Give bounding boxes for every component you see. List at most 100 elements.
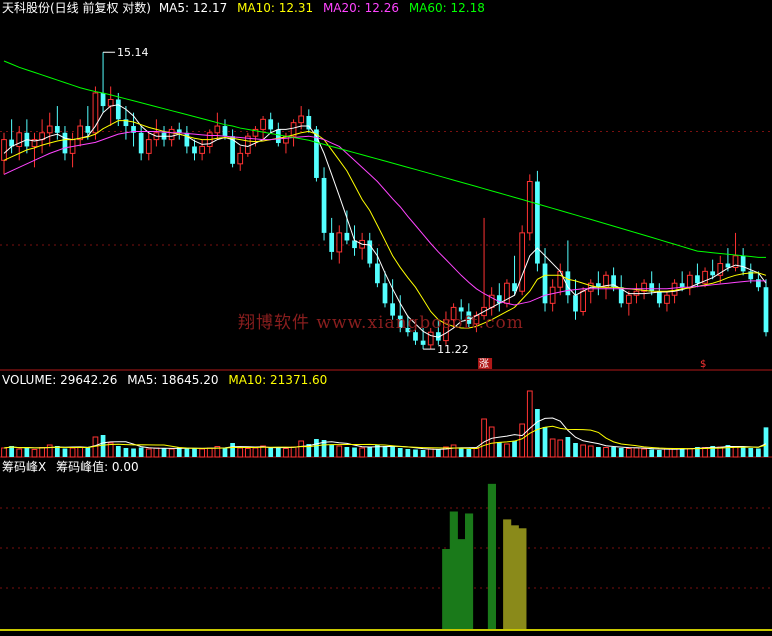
volume-bar [565,437,571,457]
volume-bar [496,442,502,457]
volume-bar [618,448,624,457]
watermark: 翔博软件 www.xiangbosoft.com [238,313,524,333]
volume-bar [1,447,7,458]
volume-bar [115,446,121,457]
volume-bar [367,446,373,457]
volume-bar [206,447,213,458]
volume-bar [473,448,480,458]
candle-body [298,115,305,124]
volume-bar [199,448,205,458]
candle-body [62,132,68,154]
volume-bar [176,447,182,457]
volume-bar [641,448,647,458]
candle-body [382,283,388,304]
candle-body [54,126,60,133]
volume-bar [298,440,305,458]
volume-bar [557,439,564,458]
candle-body [664,294,670,304]
chip-peak-bar [449,511,458,630]
volume-bar [329,445,335,457]
volume-bar [153,447,160,458]
chip-peak-bar [487,483,496,630]
low-price-label: 11.22 [437,343,469,356]
candle-body [168,128,175,141]
volume-bar [656,450,662,457]
volume-bar [184,448,190,457]
rise-marker: 涨 [479,358,489,370]
volume-bar [390,446,395,457]
candle-body [740,255,746,272]
volume-bar [427,448,434,458]
volume-bar [100,435,106,457]
candle-body [260,118,266,130]
candle-body [145,139,152,154]
volume-bar [535,409,540,457]
volume-bar [352,447,357,457]
volume-bar [397,448,403,457]
candle-body [1,139,7,161]
candle-body [275,129,281,144]
volume-bar [526,390,533,458]
candle-body [100,92,106,107]
candle-body [115,99,121,120]
volume-bar [671,448,678,458]
candle-body [85,126,91,133]
volume-bar [488,426,495,458]
volume-bar [314,439,319,457]
volume-bar [31,449,38,458]
volume-bar [664,448,670,458]
chip-peak-chart[interactable] [0,458,772,636]
chip-peak-bar [510,525,519,630]
volume-bar [756,448,761,457]
volume-bar [405,449,411,457]
candle-body [367,240,373,264]
candle-body [695,275,700,284]
volume-bar [85,447,91,457]
volume-bar [466,449,472,457]
candle-body [710,271,716,276]
volume-bar [46,444,53,458]
candle-body [686,274,693,288]
volume-bar [336,445,343,458]
candle-body [199,145,205,154]
chip-peak-bar [457,539,466,630]
candle-body [375,263,380,284]
volume-bar [435,449,441,457]
candle-body [549,286,556,304]
candle-body [46,125,53,134]
volume-bar [633,447,640,458]
chip-peak-bar [465,513,474,630]
candle-body [329,232,335,252]
volume-bar [603,447,609,458]
candle-body [336,232,343,253]
candle-body [671,282,678,296]
volume-bar [763,427,769,457]
volume-bar [268,447,274,457]
candle-body [656,291,662,304]
volume-bar [39,447,45,458]
candle-body [413,332,418,341]
volume-bar [123,448,129,457]
high-price-annotation: 15.14 [103,46,149,59]
candle-body [192,146,197,154]
volume-ma10-line [3,425,767,450]
volume-bar [504,443,510,458]
candle-body [649,283,655,292]
volume-bar [686,448,693,458]
volume-bar [161,448,167,457]
volume-bar [450,444,457,458]
chip-peak-bar [442,549,451,630]
candle-body [573,295,578,312]
candle-body [237,152,244,165]
volume-bar [107,442,114,458]
volume-bar [542,427,548,457]
volume-bar [573,443,578,457]
volume-bar [740,447,746,457]
candle-body [107,98,114,107]
volume-bar [611,447,616,457]
volume-bar [549,438,556,458]
volume-bar [69,447,76,458]
volume-bar [192,448,197,457]
volume-chart[interactable] [0,371,772,458]
candle-body [214,125,221,134]
